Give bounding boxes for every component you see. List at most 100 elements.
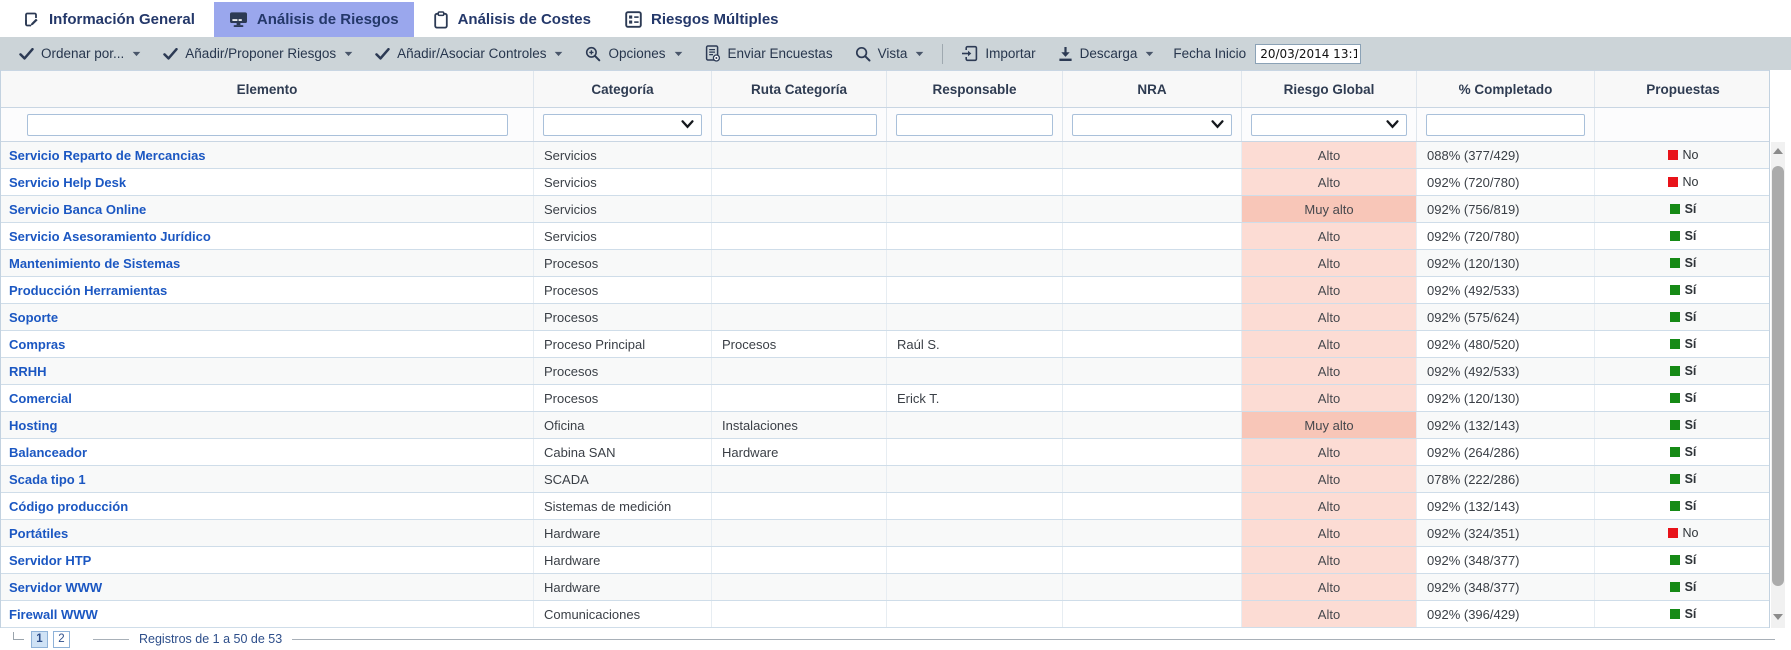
cell-responsable: [887, 358, 1063, 384]
riesgo-global-cell: Alto: [1242, 169, 1417, 195]
fecha-inicio-input[interactable]: [1255, 44, 1361, 64]
green-square-icon: [1670, 339, 1680, 349]
elemento-link[interactable]: Servidor HTP: [9, 553, 91, 568]
elemento-link[interactable]: Compras: [9, 337, 65, 352]
col-categoria[interactable]: Categoría: [534, 71, 712, 107]
completado-filter-input[interactable]: [1426, 114, 1585, 136]
cell-ruta-categoria: [712, 385, 887, 411]
scrollbar-thumb[interactable]: [1772, 166, 1784, 586]
cell-responsable: [887, 169, 1063, 195]
elemento-link[interactable]: Balanceador: [9, 445, 87, 460]
riesgo-global-cell: Alto: [1242, 520, 1417, 546]
descarga-button[interactable]: Descarga: [1047, 37, 1166, 70]
elemento-filter-input[interactable]: [27, 114, 508, 136]
cell-responsable: [887, 142, 1063, 168]
green-square-icon: [1670, 609, 1680, 619]
col-nra[interactable]: NRA: [1063, 71, 1242, 107]
pagination-connector: [13, 632, 24, 640]
riesgo-global-cell: Alto: [1242, 574, 1417, 600]
red-square-icon: [1668, 177, 1678, 187]
page-buttons: 12: [31, 631, 75, 648]
riesgo-global-cell: Alto: [1242, 331, 1417, 357]
cell-responsable: [887, 601, 1063, 627]
cell-completado: 092% (575/624): [1417, 304, 1595, 330]
elemento-link[interactable]: Soporte: [9, 310, 58, 325]
cell-nra: [1063, 520, 1242, 546]
riesgo-global-cell: Alto: [1242, 358, 1417, 384]
nra-filter-select[interactable]: [1072, 114, 1232, 136]
cell-responsable: [887, 223, 1063, 249]
elemento-link[interactable]: Servicio Reparto de Mercancias: [9, 148, 206, 163]
scroll-up-icon[interactable]: [1771, 144, 1785, 158]
elemento-link[interactable]: Mantenimiento de Sistemas: [9, 256, 180, 271]
caret-down-icon[interactable]: [554, 51, 563, 57]
elemento-link[interactable]: Servicio Help Desk: [9, 175, 126, 190]
riesgo-global-filter-select[interactable]: [1251, 114, 1407, 136]
risk-table: ElementoCategoríaRuta CategoríaResponsab…: [0, 70, 1770, 628]
toolbar-button-label: Ordenar por...: [41, 46, 124, 61]
elemento-link[interactable]: Código producción: [9, 499, 128, 514]
elemento-link[interactable]: Hosting: [9, 418, 57, 433]
cell-ruta-categoria: [712, 601, 887, 627]
table-row: Servicio Help DeskServiciosAlto092% (720…: [1, 169, 1769, 196]
col-propuestas[interactable]: Propuestas: [1595, 71, 1771, 107]
download-icon: [1058, 46, 1073, 62]
elemento-link[interactable]: Comercial: [9, 391, 72, 406]
anadir-proponer-riesgos-button[interactable]: Añadir/Proponer Riesgos: [152, 37, 364, 70]
elemento-link[interactable]: Scada tipo 1: [9, 472, 86, 487]
cell-nra: [1063, 277, 1242, 303]
elemento-link[interactable]: Servidor WWW: [9, 580, 102, 595]
col-ruta-categoria[interactable]: Ruta Categoría: [712, 71, 887, 107]
propuesta-label: Sí: [1685, 472, 1697, 486]
ordenar-por-button[interactable]: Ordenar por...: [8, 37, 152, 70]
caret-down-icon[interactable]: [1145, 51, 1154, 57]
categoria-filter-select[interactable]: [543, 114, 702, 136]
elemento-link[interactable]: Producción Herramientas: [9, 283, 167, 298]
importar-button[interactable]: Importar: [950, 37, 1046, 70]
cell-ruta-categoria: [712, 358, 887, 384]
cell-completado: 092% (348/377): [1417, 574, 1595, 600]
green-square-icon: [1670, 393, 1680, 403]
col-completado[interactable]: % Completado: [1417, 71, 1595, 107]
categoria-filter-cell: [534, 108, 712, 141]
caret-down-icon[interactable]: [915, 51, 924, 57]
col-responsable[interactable]: Responsable: [887, 71, 1063, 107]
elemento-link[interactable]: Portátiles: [9, 526, 68, 541]
tab-analisis-de-costes[interactable]: Análisis de Costes: [418, 2, 606, 37]
tab-informacion-general[interactable]: Información General: [8, 2, 210, 37]
tab-analisis-de-riesgos[interactable]: Análisis de Riesgos: [214, 2, 414, 37]
caret-down-icon[interactable]: [674, 51, 683, 57]
vertical-scrollbar[interactable]: [1771, 142, 1785, 628]
cell-completado: 092% (324/351): [1417, 520, 1595, 546]
riesgo-global-cell: Alto: [1242, 223, 1417, 249]
propuesta-label: Sí: [1685, 364, 1697, 378]
propuesta-label: No: [1683, 526, 1699, 540]
responsable-filter-input[interactable]: [896, 114, 1053, 136]
enviar-encuestas-button[interactable]: Enviar Encuestas: [694, 37, 844, 70]
ruta-categoria-filter-input[interactable]: [721, 114, 877, 136]
elemento-link[interactable]: Servicio Asesoramiento Jurídico: [9, 229, 211, 244]
caret-down-icon[interactable]: [344, 51, 353, 57]
elemento-link[interactable]: RRHH: [9, 364, 47, 379]
fecha-inicio-label: Fecha Inicio: [1173, 46, 1246, 61]
scroll-down-icon[interactable]: [1771, 610, 1785, 624]
col-elemento[interactable]: Elemento: [1, 71, 534, 107]
col-riesgo-global[interactable]: Riesgo Global: [1242, 71, 1417, 107]
anadir-asociar-controles-button[interactable]: Añadir/Asociar Controles: [364, 37, 574, 70]
page-button-1[interactable]: 1: [31, 631, 48, 648]
elemento-link[interactable]: Servicio Banca Online: [9, 202, 146, 217]
elemento-link[interactable]: Firewall WWW: [9, 607, 98, 622]
cell-nra: [1063, 169, 1242, 195]
toolbar-button-label: Añadir/Asociar Controles: [397, 46, 546, 61]
page-button-2[interactable]: 2: [53, 631, 70, 648]
cell-categoria: Procesos: [534, 250, 712, 276]
green-square-icon: [1670, 312, 1680, 322]
vista-button[interactable]: Vista: [844, 37, 936, 70]
caret-down-icon[interactable]: [132, 51, 141, 57]
cell-completado: 078% (222/286): [1417, 466, 1595, 492]
tab-riesgos-multiples[interactable]: Riesgos Múltiples: [610, 2, 794, 37]
opciones-button[interactable]: Opciones: [574, 37, 693, 70]
propuesta-label: Sí: [1685, 202, 1697, 216]
propuesta-badge: Sí: [1595, 493, 1769, 519]
cell-categoria: Proceso Principal: [534, 331, 712, 357]
